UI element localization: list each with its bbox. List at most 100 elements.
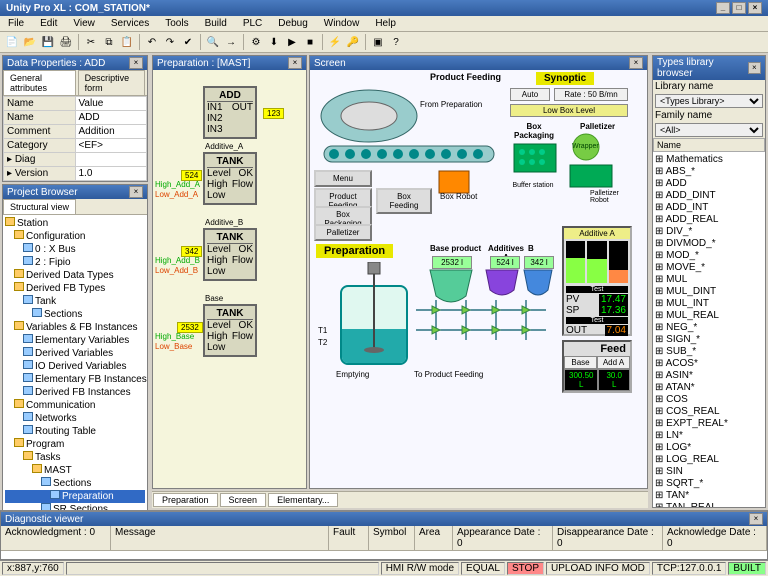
function-block[interactable]: TANKLevelOKHighFlowLow [203,228,257,281]
menu-window[interactable]: Window [320,17,364,30]
lib-item[interactable]: ⊞ MUL_REAL [655,310,763,322]
panel-close-icon[interactable]: × [749,513,763,525]
lib-item[interactable]: ⊞ SIN [655,466,763,478]
tree-item[interactable]: IO Derived Variables [5,360,145,373]
tab-preparation[interactable]: Preparation [153,493,218,507]
lib-item[interactable]: ⊞ ADD_REAL [655,214,763,226]
tree-item[interactable]: 0 : X Bus [5,243,145,256]
stop-icon[interactable]: ■ [302,34,318,50]
lib-item[interactable]: ⊞ ASIN* [655,370,763,382]
tree-item[interactable]: MAST [5,464,145,477]
lib-item[interactable]: ⊞ ABS_* [655,166,763,178]
search-icon[interactable]: 🔍 [205,34,221,50]
new-icon[interactable]: 📄 [4,34,20,50]
lib-item[interactable]: ⊞ MUL_DINT [655,286,763,298]
tab-screen[interactable]: Screen [220,493,267,507]
menu-view[interactable]: View [69,17,99,30]
tab-elementary[interactable]: Elementary... [268,493,338,507]
key-icon[interactable]: 🔑 [345,34,361,50]
lib-item[interactable]: ⊞ ATAN* [655,382,763,394]
lib-item[interactable]: ⊞ LOG* [655,442,763,454]
goto-icon[interactable]: → [223,34,239,50]
lib-item[interactable]: ⊞ TAN_REAL [655,502,763,507]
lib-item[interactable]: ⊞ SIGN_* [655,334,763,346]
tree-item[interactable]: 2 : Fipio [5,256,145,269]
tree-item[interactable]: Derived Variables [5,347,145,360]
menu-build[interactable]: Build [201,17,231,30]
lib-item[interactable]: ⊞ SUB_* [655,346,763,358]
function-block[interactable]: TANKLevelOKHighFlowLow [203,152,257,205]
close-icon[interactable]: × [748,2,762,14]
palletizer-button[interactable]: Palletizer [314,224,372,241]
lib-item[interactable]: ⊞ TAN* [655,490,763,502]
tree-item[interactable]: Program [5,438,145,451]
minimize-icon[interactable]: _ [716,2,730,14]
lib-item[interactable]: ⊞ MUL_INT [655,298,763,310]
tree-item[interactable]: Variables & FB Instances [5,321,145,334]
tree-item[interactable]: Preparation [5,490,145,503]
undo-icon[interactable]: ↶ [144,34,160,50]
lib-item[interactable]: ⊞ EXPT_REAL* [655,418,763,430]
maximize-icon[interactable]: □ [732,2,746,14]
lib-item[interactable]: ⊞ MOVE_* [655,262,763,274]
menu-edit[interactable]: Edit [36,17,61,30]
lib-item[interactable]: ⊞ ADD [655,178,763,190]
test-button-2[interactable]: Test [566,317,628,324]
tree-item[interactable]: Sections [5,477,145,490]
lib-item[interactable]: ⊞ DIVMOD_* [655,238,763,250]
lib-item[interactable]: ⊞ ADD_INT [655,202,763,214]
lib-item[interactable]: ⊞ MUL [655,274,763,286]
paste-icon[interactable]: 📋 [119,34,135,50]
run-icon[interactable]: ▶ [284,34,300,50]
project-tree[interactable]: StationConfiguration0 : X Bus2 : FipioDe… [3,215,147,510]
tree-item[interactable]: Tank [5,295,145,308]
tree-item[interactable]: SR Sections [5,503,145,510]
menu-debug[interactable]: Debug [274,17,311,30]
tree-item[interactable]: Elementary FB Instances [5,373,145,386]
animate-icon[interactable]: ⚡ [327,34,343,50]
function-block[interactable]: ADDIN1OUTIN2IN3 [203,86,257,139]
panel-close-icon[interactable]: × [748,62,761,74]
build-icon[interactable]: ⚙ [248,34,264,50]
lib-item[interactable]: ⊞ ADD_DINT [655,190,763,202]
tree-item[interactable]: Tasks [5,451,145,464]
library-tree[interactable]: ⊞ Mathematics⊞ ABS_*⊞ ADD⊞ ADD_DINT⊞ ADD… [653,152,765,507]
tree-item[interactable]: Derived FB Instances [5,386,145,399]
validate-icon[interactable]: ✔ [180,34,196,50]
lib-item[interactable]: ⊞ NEG_* [655,322,763,334]
menu-tools[interactable]: Tools [161,17,192,30]
lib-item[interactable]: ⊞ COS [655,394,763,406]
download-icon[interactable]: ⬇ [266,34,282,50]
tab-descriptive[interactable]: Descriptive form [78,70,145,95]
redo-icon[interactable]: ↷ [162,34,178,50]
fbd-editor[interactable]: ADDIN1OUTIN2IN3123Additive_ATANKLevelOKH… [153,70,306,488]
menu-plc[interactable]: PLC [239,17,266,30]
tree-item[interactable]: Networks [5,412,145,425]
test-button[interactable]: Test [566,286,628,293]
tree-item[interactable]: Station [5,217,145,230]
tree-item[interactable]: Communication [5,399,145,412]
lib-item[interactable]: ⊞ DIV_* [655,226,763,238]
panel-close-icon[interactable]: × [129,186,143,198]
tab-general-attrs[interactable]: General attributes [3,70,76,95]
tab-structural[interactable]: Structural view [3,199,76,214]
panel-close-icon[interactable]: × [129,57,143,69]
tree-item[interactable]: Sections [5,308,145,321]
save-icon[interactable]: 💾 [40,34,56,50]
print-icon[interactable]: 🖨 [58,34,74,50]
lib-item[interactable]: ⊞ LN* [655,430,763,442]
family-select[interactable]: <All> [655,123,763,137]
lib-item[interactable]: ⊞ ACOS* [655,358,763,370]
lib-item[interactable]: ⊞ MOD_* [655,250,763,262]
function-block[interactable]: TANKLevelOKHighFlowLow [203,304,257,357]
open-icon[interactable]: 📂 [22,34,38,50]
tree-item[interactable]: Derived FB Types [5,282,145,295]
tree-item[interactable]: Elementary Variables [5,334,145,347]
box-feeding-button[interactable]: Box Feeding [376,188,432,214]
copy-icon[interactable]: ⧉ [101,34,117,50]
menu-services[interactable]: Services [107,17,153,30]
synoptic-screen[interactable]: Product Feeding Synoptic Auto Rate : 50 … [310,70,647,488]
menu-file[interactable]: File [4,17,28,30]
menu-button[interactable]: Menu [314,170,372,187]
library-select[interactable]: <Types Library> [655,94,763,108]
